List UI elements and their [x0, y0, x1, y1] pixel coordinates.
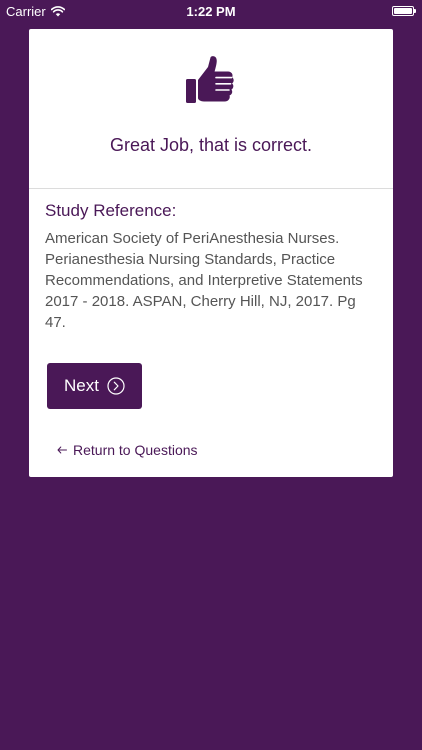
success-message: Great Job, that is correct. — [109, 135, 313, 155]
battery-icon — [392, 6, 416, 16]
thumbs-up-icon — [186, 56, 234, 103]
study-reference-heading: Study Reference: — [45, 201, 177, 220]
next-button-label: Next — [64, 376, 99, 395]
return-link-label: Return to Questions — [73, 442, 198, 458]
study-reference-text: American Society of PeriAnesthesia Nurse… — [45, 230, 363, 331]
status-time: 1:22 PM — [186, 4, 236, 19]
next-button[interactable]: Next — [47, 363, 142, 409]
arrow-left-icon — [57, 446, 67, 454]
status-bar: Carrier 1:22 PM — [0, 0, 422, 22]
divider — [29, 188, 393, 189]
chevron-right-circle-icon — [107, 377, 125, 395]
return-to-questions-link[interactable]: Return to Questions — [57, 442, 198, 458]
result-card: Great Job, that is correct. Study Refere… — [29, 29, 393, 477]
